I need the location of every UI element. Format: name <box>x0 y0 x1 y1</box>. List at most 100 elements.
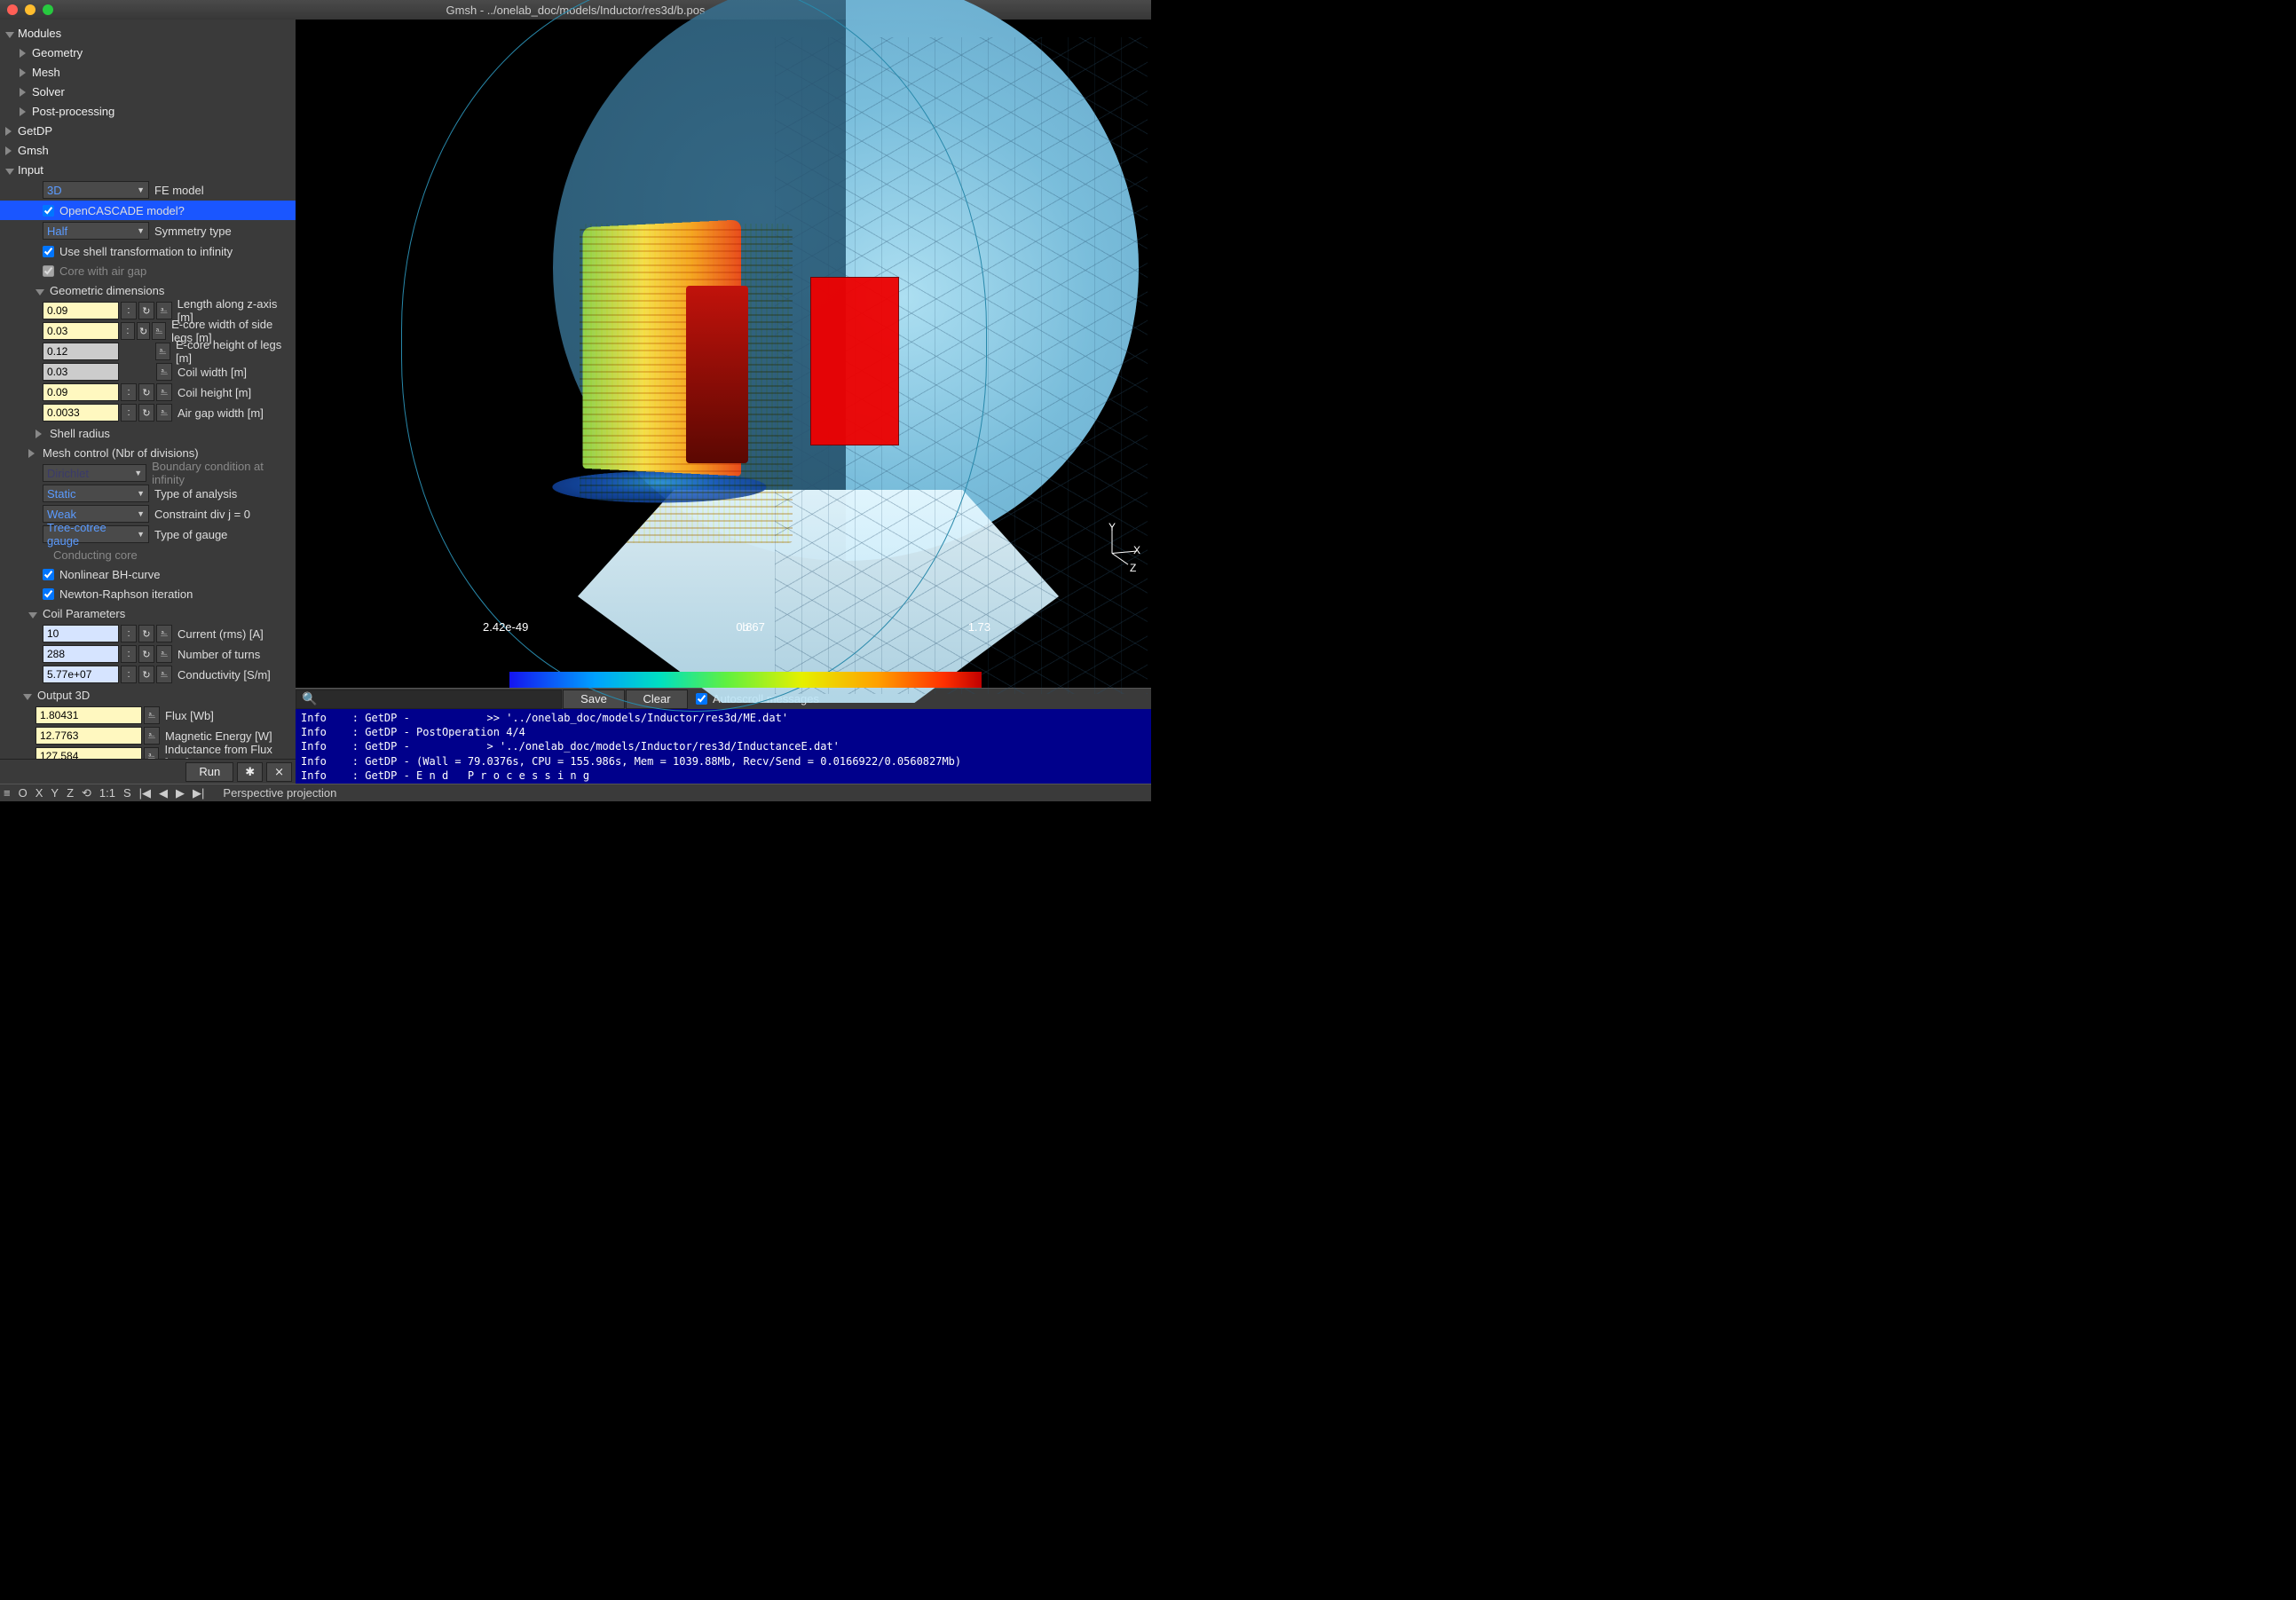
graph-icon[interactable]: ⎁ <box>156 363 172 381</box>
shell-inf-checkbox[interactable] <box>43 246 54 257</box>
energy-output[interactable] <box>36 727 142 745</box>
reset-icon[interactable]: ↻ <box>138 383 154 401</box>
projection-mode[interactable]: Perspective projection <box>223 786 336 800</box>
graph-icon[interactable]: ⎁ <box>155 343 170 360</box>
status-button[interactable]: ▶| <box>193 786 204 800</box>
status-button[interactable]: Y <box>51 786 59 800</box>
graph-icon[interactable]: ⎁ <box>156 404 172 422</box>
status-button[interactable]: ▶ <box>176 786 185 800</box>
scene-render <box>296 20 1151 688</box>
window-controls <box>7 4 53 15</box>
colorbar-mid: 0.867 <box>736 620 765 634</box>
gap-input[interactable] <box>43 404 119 422</box>
zoom-window-button[interactable] <box>43 4 53 15</box>
message-console[interactable]: Info : GetDP - >> '../onelab_doc/models/… <box>296 709 1151 784</box>
shell-radius-header[interactable]: Shell radius <box>0 423 296 443</box>
constraint-select[interactable]: Weak▼ <box>43 505 149 523</box>
status-button[interactable]: |◀ <box>139 786 151 800</box>
run-bar: Run ✱ ⨯ <box>0 759 296 784</box>
graph-icon[interactable]: ⎁ <box>152 322 166 340</box>
output-header[interactable]: Output 3D <box>0 685 296 705</box>
len-z-input[interactable] <box>43 302 119 319</box>
side-leg-input[interactable] <box>43 322 119 340</box>
parameter-tree[interactable]: Modules Geometry Mesh Solver Post-proces… <box>0 20 296 759</box>
nonlinear-bh-checkbox[interactable] <box>43 569 54 580</box>
shell-inf-label: Use shell transformation to infinity <box>59 245 233 258</box>
tree-solver[interactable]: Solver <box>0 82 296 101</box>
gap-label: Air gap width [m] <box>178 406 264 420</box>
status-button[interactable]: ≡ <box>4 786 11 800</box>
opencascade-checkbox-row[interactable]: OpenCASCADE model? <box>0 201 296 220</box>
stepper-icon[interactable]: : <box>121 645 137 663</box>
stepper-icon[interactable]: : <box>121 302 137 319</box>
colorbar: 2.42e-49 b 0.867 1.73 <box>509 654 982 688</box>
analysis-label: Type of analysis <box>154 487 237 500</box>
tree-geometry[interactable]: Geometry <box>0 43 296 62</box>
coil-h-input[interactable] <box>43 383 119 401</box>
graph-icon[interactable]: ⎁ <box>144 727 160 745</box>
graph-icon[interactable]: ⎁ <box>144 706 160 724</box>
status-bar: ≡ OXYZ ⟲ 1:1 S |◀ ◀ ▶ ▶| Perspective projection <box>0 784 1151 801</box>
constraint-label: Constraint div j = 0 <box>154 508 250 521</box>
gauge-select[interactable]: Tree-cotree gauge▼ <box>43 525 149 543</box>
core-airgap-label: Core with air gap <box>59 264 146 278</box>
reset-icon[interactable]: ↻ <box>137 322 151 340</box>
stepper-icon[interactable]: : <box>121 383 137 401</box>
stepper-icon[interactable]: : <box>121 666 137 683</box>
coil-params-header[interactable]: Coil Parameters <box>0 603 296 623</box>
turns-input[interactable] <box>43 645 119 663</box>
conductivity-label: Conductivity [S/m] <box>178 668 271 682</box>
fe-model-select[interactable]: 3D▼ <box>43 181 149 199</box>
current-input[interactable] <box>43 625 119 642</box>
minimize-window-button[interactable] <box>25 4 36 15</box>
status-button[interactable]: X <box>36 786 43 800</box>
ind-flux-label: Inductance from Flux [mH] <box>164 743 296 759</box>
coil-w-input <box>43 363 119 381</box>
tree-gmsh[interactable]: Gmsh <box>0 140 296 160</box>
stepper-icon[interactable]: : <box>121 625 137 642</box>
kill-button[interactable]: ⨯ <box>266 762 292 782</box>
reset-icon[interactable]: ↻ <box>138 645 154 663</box>
flux-output[interactable] <box>36 706 142 724</box>
status-button[interactable]: Z <box>67 786 74 800</box>
reset-icon[interactable]: ↻ <box>138 302 154 319</box>
opencascade-label: OpenCASCADE model? <box>59 204 185 217</box>
tree-postprocessing[interactable]: Post-processing <box>0 101 296 121</box>
reset-icon[interactable]: ↻ <box>138 666 154 683</box>
reset-icon[interactable]: ↻ <box>138 404 154 422</box>
current-label: Current (rms) [A] <box>178 627 264 641</box>
graph-icon[interactable]: ⎁ <box>144 747 159 759</box>
tree-input[interactable]: Input <box>0 160 296 179</box>
symmetry-select[interactable]: Half▼ <box>43 222 149 240</box>
stepper-icon[interactable]: : <box>121 322 135 340</box>
graph-icon[interactable]: ⎁ <box>156 645 172 663</box>
opencascade-checkbox[interactable] <box>43 205 54 217</box>
tree-mesh[interactable]: Mesh <box>0 62 296 82</box>
tree-getdp[interactable]: GetDP <box>0 121 296 140</box>
search-icon: 🔍 <box>302 691 317 706</box>
graph-icon[interactable]: ⎁ <box>156 666 172 683</box>
close-window-button[interactable] <box>7 4 18 15</box>
reset-icon[interactable]: ↻ <box>138 625 154 642</box>
3d-viewport[interactable]: 2.42e-49 b 0.867 1.73 X Y Z <box>296 20 1151 688</box>
status-button[interactable]: ◀ <box>159 786 168 800</box>
onelab-sidebar: Modules Geometry Mesh Solver Post-proces… <box>0 20 296 784</box>
graph-icon[interactable]: ⎁ <box>156 383 172 401</box>
symmetry-label: Symmetry type <box>154 225 232 238</box>
status-button[interactable]: 1:1 <box>99 786 115 800</box>
conductivity-input[interactable] <box>43 666 119 683</box>
stepper-icon[interactable]: : <box>121 404 137 422</box>
colorbar-max: 1.73 <box>968 620 990 634</box>
status-button[interactable]: S <box>123 786 131 800</box>
gear-icon[interactable]: ✱ <box>237 762 263 782</box>
newton-checkbox[interactable] <box>43 588 54 600</box>
graph-icon[interactable]: ⎁ <box>156 625 172 642</box>
tree-modules[interactable]: Modules <box>0 23 296 43</box>
search-input[interactable]: 🔍 <box>296 690 562 709</box>
analysis-select[interactable]: Static▼ <box>43 485 149 502</box>
graph-icon[interactable]: ⎁ <box>156 302 172 319</box>
status-button[interactable]: ⟲ <box>82 786 91 800</box>
status-button[interactable]: O <box>19 786 28 800</box>
run-button[interactable]: Run <box>185 762 233 782</box>
ind-flux-output[interactable] <box>36 747 142 759</box>
